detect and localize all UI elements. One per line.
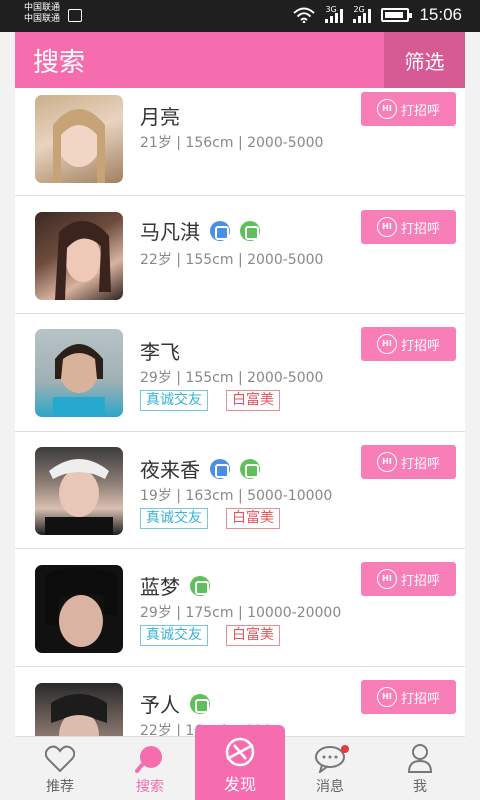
user-info: 21岁 | 156cm | 2000-5000	[140, 135, 324, 151]
wifi-icon	[293, 7, 316, 23]
carrier-label: 中国联通 中国联通	[24, 3, 60, 25]
user-icon	[407, 744, 433, 773]
greet-label: 打招呼	[400, 573, 440, 589]
page-title: 搜索	[33, 48, 86, 78]
user-info: 29岁 | 155cm | 2000-5000	[140, 370, 324, 386]
nav-me-label: 我	[413, 779, 427, 795]
tag-rich: 白富美	[226, 390, 280, 411]
list-item[interactable]: 蓝梦 29岁 | 175cm | 10000-20000 真诚交友 白富美 HI…	[15, 549, 465, 667]
unread-dot	[341, 745, 349, 753]
tag-sincere: 真诚交友	[140, 508, 208, 529]
avatar[interactable]	[35, 95, 123, 183]
nav-recommend[interactable]: 推荐	[15, 737, 105, 800]
greet-label: 打招呼	[400, 456, 440, 472]
signal-3g-icon: 3G	[325, 5, 344, 23]
tag-rich: 白富美	[226, 508, 280, 529]
user-info: 19岁 | 163cm | 5000-10000	[140, 488, 333, 504]
hi-chat-icon: HI	[376, 217, 397, 237]
status-bar: 中国联通 中国联通 3G 2G 15:06	[0, 0, 480, 32]
heart-icon	[45, 745, 75, 773]
avatar[interactable]	[35, 447, 123, 535]
hi-chat-icon: HI	[376, 99, 397, 119]
nav-messages[interactable]: 消息	[285, 737, 375, 800]
user-name: 夜来香	[140, 458, 200, 482]
hi-chat-icon: HI	[376, 569, 397, 589]
phone-verify-icon	[190, 575, 210, 596]
id-verify-icon	[210, 458, 230, 479]
greet-label: 打招呼	[400, 338, 440, 354]
nav-recommend-label: 推荐	[46, 779, 74, 795]
user-name: 予人	[140, 693, 180, 717]
hi-chat-icon: HI	[376, 452, 397, 472]
avatar[interactable]	[35, 212, 123, 300]
greet-button[interactable]: HI 打招呼	[361, 680, 456, 714]
network-2g-label: 2G	[353, 5, 365, 14]
user-list[interactable]: 月亮 21岁 | 156cm | 2000-5000 HI 打招呼 马凡淇 22…	[15, 88, 465, 736]
greet-button[interactable]: HI 打招呼	[361, 92, 456, 126]
avatar[interactable]	[35, 683, 123, 736]
greet-button[interactable]: HI 打招呼	[361, 210, 456, 244]
app-header: 搜索 筛选	[15, 32, 465, 88]
nav-discover[interactable]: 发现	[195, 725, 285, 800]
phone-verify-icon	[240, 220, 260, 241]
user-info: 22岁 | 155cm | 2000-5000	[140, 252, 324, 268]
network-3g-label: 3G	[325, 5, 337, 14]
greet-label: 打招呼	[400, 221, 440, 237]
list-item[interactable]: 李飞 29岁 | 155cm | 2000-5000 真诚交友 白富美 HI 打…	[15, 314, 465, 432]
phone-verify-icon	[190, 693, 210, 714]
nav-messages-label: 消息	[316, 779, 344, 795]
search-icon	[135, 746, 162, 773]
user-name: 李飞	[140, 340, 180, 364]
user-info: 29岁 | 175cm | 10000-20000	[140, 605, 342, 621]
nav-me[interactable]: 我	[375, 737, 465, 800]
phone-verify-icon	[240, 458, 260, 479]
battery-icon	[381, 8, 413, 22]
list-item[interactable]: 夜来香 19岁 | 163cm | 5000-10000 真诚交友 白富美 HI…	[15, 432, 465, 549]
list-item[interactable]: 马凡淇 22岁 | 155cm | 2000-5000 HI 打招呼	[15, 196, 465, 314]
hi-chat-icon: HI	[376, 334, 397, 354]
carrier-line-1: 中国联通	[24, 3, 61, 13]
nav-search-label: 搜索	[136, 779, 164, 795]
user-name: 蓝梦	[140, 575, 180, 599]
bottom-nav: 推荐 搜索 发现 消息 我	[15, 725, 465, 800]
compass-icon	[225, 737, 255, 767]
tag-sincere: 真诚交友	[140, 390, 208, 411]
user-name: 月亮	[140, 105, 180, 129]
greet-button[interactable]: HI 打招呼	[361, 327, 456, 361]
carrier-line-2: 中国联通	[24, 14, 61, 24]
nav-search[interactable]: 搜索	[105, 737, 195, 800]
tag-sincere: 真诚交友	[140, 625, 208, 646]
avatar[interactable]	[35, 565, 123, 653]
filter-button[interactable]: 筛选	[384, 32, 465, 88]
list-item[interactable]: 月亮 21岁 | 156cm | 2000-5000 HI 打招呼	[15, 88, 465, 196]
avatar[interactable]	[35, 329, 123, 417]
gallery-icon	[68, 9, 82, 22]
signal-2g-icon: 2G	[353, 5, 372, 23]
user-name: 马凡淇	[140, 220, 200, 244]
status-time: 15:06	[419, 5, 462, 24]
greet-label: 打招呼	[400, 103, 440, 119]
greet-button[interactable]: HI 打招呼	[361, 445, 456, 479]
hi-chat-icon: HI	[376, 687, 397, 707]
greet-button[interactable]: HI 打招呼	[361, 562, 456, 596]
nav-discover-label: 发现	[223, 775, 256, 794]
id-verify-icon	[210, 220, 230, 241]
greet-label: 打招呼	[400, 691, 440, 707]
tag-rich: 白富美	[226, 625, 280, 646]
